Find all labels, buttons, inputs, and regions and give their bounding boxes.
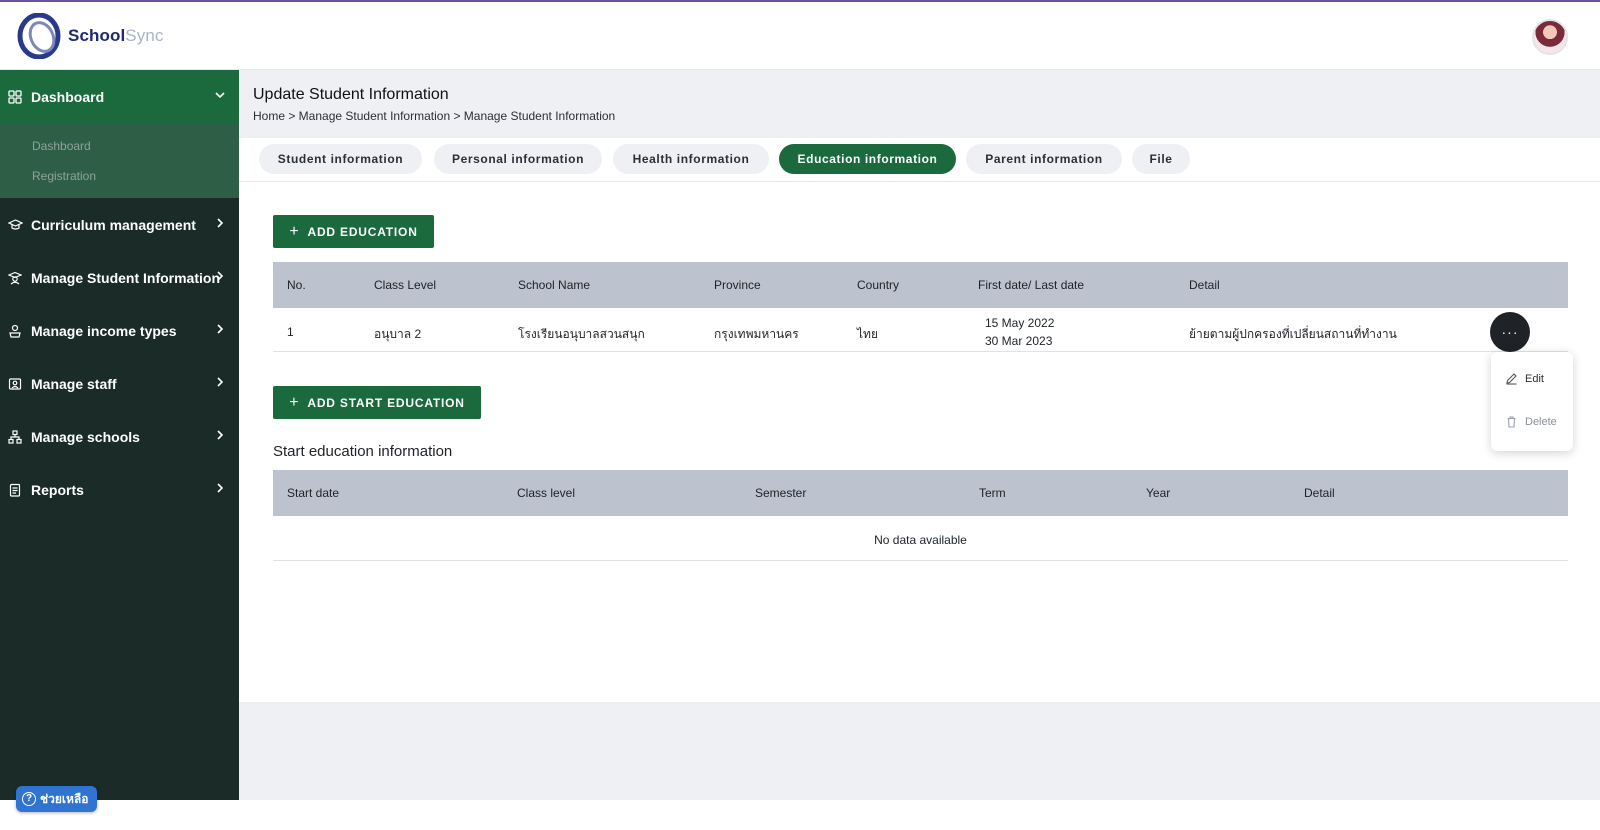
edit-menu-item[interactable]: Edit	[1505, 372, 1544, 385]
column-header: First date/ Last date	[978, 278, 1085, 292]
row-actions-menu: Edit Delete	[1491, 352, 1573, 451]
sidebar-item-student-info[interactable]: Manage Student Information	[0, 251, 239, 304]
cell-school-name: โรงเรียนอนุบาลสวนสนุก	[518, 327, 645, 341]
question-icon: ?	[22, 792, 36, 806]
more-icon: ···	[1501, 324, 1519, 340]
column-header: Semester	[755, 486, 807, 500]
user-avatar[interactable]	[1532, 19, 1568, 55]
student-icon	[7, 270, 23, 286]
sidebar: Dashboard Dashboard Registration Curricu…	[0, 70, 239, 800]
column-header: Term	[979, 486, 1006, 500]
sidebar-item-schools[interactable]: Manage schools	[0, 410, 239, 463]
sidebar-submenu: Dashboard Registration	[0, 123, 239, 198]
tab-health-information[interactable]: Health information	[613, 144, 769, 174]
empty-message: No data available	[874, 533, 967, 547]
school-network-icon	[7, 429, 23, 445]
chevron-right-icon	[217, 430, 224, 440]
add-start-education-label: ADD START EDUCATION	[307, 395, 465, 410]
tab-parent-information[interactable]: Parent information	[966, 144, 1122, 174]
cell-first-date: 15 May 2022	[985, 316, 1055, 330]
sidebar-subitem-registration[interactable]: Registration	[32, 169, 96, 183]
sidebar-item-curriculum[interactable]: Curriculum management	[0, 198, 239, 251]
edit-label: Edit	[1525, 372, 1544, 385]
cell-country: ไทย	[857, 327, 878, 341]
grid-icon	[7, 89, 23, 105]
chevron-right-icon	[217, 377, 224, 387]
main-content	[239, 182, 1600, 702]
education-table-header: No. Class Level School Name Province Cou…	[273, 262, 1568, 308]
brand-name-part2: Sync	[125, 26, 164, 45]
add-education-label: ADD EDUCATION	[307, 224, 418, 239]
page-title: Update Student Information	[253, 86, 449, 103]
add-start-education-button[interactable]: + ADD START EDUCATION	[273, 386, 481, 419]
tab-bar: Student information Personal information…	[239, 138, 1600, 182]
chevron-down-icon	[215, 92, 225, 99]
sidebar-item-label: Manage Student Information	[31, 269, 220, 286]
help-button[interactable]: ? ช่วยเหลือ	[16, 786, 97, 812]
chevron-right-icon	[217, 271, 224, 281]
income-icon	[7, 323, 23, 339]
delete-label: Delete	[1525, 415, 1557, 428]
add-education-button[interactable]: + ADD EDUCATION	[273, 215, 434, 248]
brand-name-part1: School	[68, 26, 126, 45]
graduation-cap-icon	[7, 217, 23, 233]
chevron-right-icon	[217, 218, 224, 228]
sidebar-item-label: Dashboard	[31, 88, 105, 105]
cell-detail: ย้ายตามผู้ปกครองที่เปลี่ยนสถานที่ทำงาน	[1189, 327, 1397, 341]
sidebar-item-reports[interactable]: Reports	[0, 463, 239, 516]
cell-last-date: 30 Mar 2023	[985, 334, 1053, 348]
tab-personal-information[interactable]: Personal information	[434, 144, 602, 174]
row-actions-button[interactable]: ···	[1490, 312, 1530, 352]
column-header: Country	[857, 278, 900, 292]
column-header: Class level	[517, 486, 576, 500]
report-icon	[7, 482, 23, 498]
sidebar-subitem-dashboard[interactable]: Dashboard	[32, 139, 91, 153]
cell-class-level: อนุบาล 2	[374, 327, 422, 341]
help-label: ช่วยเหลือ	[40, 791, 89, 806]
app-header: SchoolSync	[0, 2, 1600, 70]
sidebar-item-label: Reports	[31, 481, 84, 498]
chevron-right-icon	[217, 483, 224, 493]
sidebar-item-label: Manage staff	[31, 375, 117, 392]
plus-icon: +	[289, 222, 300, 240]
pencil-icon	[1506, 373, 1517, 385]
delete-menu-item[interactable]: Delete	[1505, 415, 1557, 428]
cell-province: กรุงเทพมหานคร	[714, 327, 799, 341]
breadcrumb[interactable]: Home > Manage Student Information > Mana…	[253, 109, 615, 123]
page-footer-area	[239, 702, 1600, 800]
column-header: Detail	[1304, 486, 1335, 500]
sidebar-item-income-types[interactable]: Manage income types	[0, 304, 239, 357]
logo-icon	[17, 13, 61, 59]
column-header: Year	[1146, 486, 1171, 500]
plus-icon: +	[289, 393, 300, 411]
column-header: No.	[287, 278, 306, 292]
sidebar-item-label: Manage income types	[31, 322, 177, 339]
sidebar-item-dashboard[interactable]: Dashboard	[0, 70, 239, 123]
tab-education-information[interactable]: Education information	[779, 144, 956, 174]
start-education-title: Start education information	[273, 443, 453, 460]
cell-no: 1	[287, 325, 294, 339]
table-row: 1 อนุบาล 2 โรงเรียนอนุบาลสวนสนุก กรุงเทพ…	[273, 308, 1568, 352]
column-header: School Name	[518, 278, 591, 292]
sidebar-item-label: Curriculum management	[31, 216, 196, 233]
page-header	[239, 70, 1600, 138]
column-header: Start date	[287, 486, 340, 500]
tab-file[interactable]: File	[1132, 144, 1190, 174]
tab-student-information[interactable]: Student information	[259, 144, 422, 174]
column-header: Detail	[1189, 278, 1220, 292]
staff-id-icon	[7, 376, 23, 392]
chevron-right-icon	[217, 324, 224, 334]
sidebar-item-staff[interactable]: Manage staff	[0, 357, 239, 410]
empty-row: No data available	[273, 516, 1568, 561]
sidebar-item-label: Manage schools	[31, 428, 140, 445]
column-header: Class Level	[374, 278, 437, 292]
brand-name[interactable]: SchoolSync	[68, 26, 163, 46]
trash-icon	[1507, 416, 1516, 428]
column-header: Province	[714, 278, 761, 292]
start-education-table-header: Start date Class level Semester Term Yea…	[273, 470, 1568, 516]
